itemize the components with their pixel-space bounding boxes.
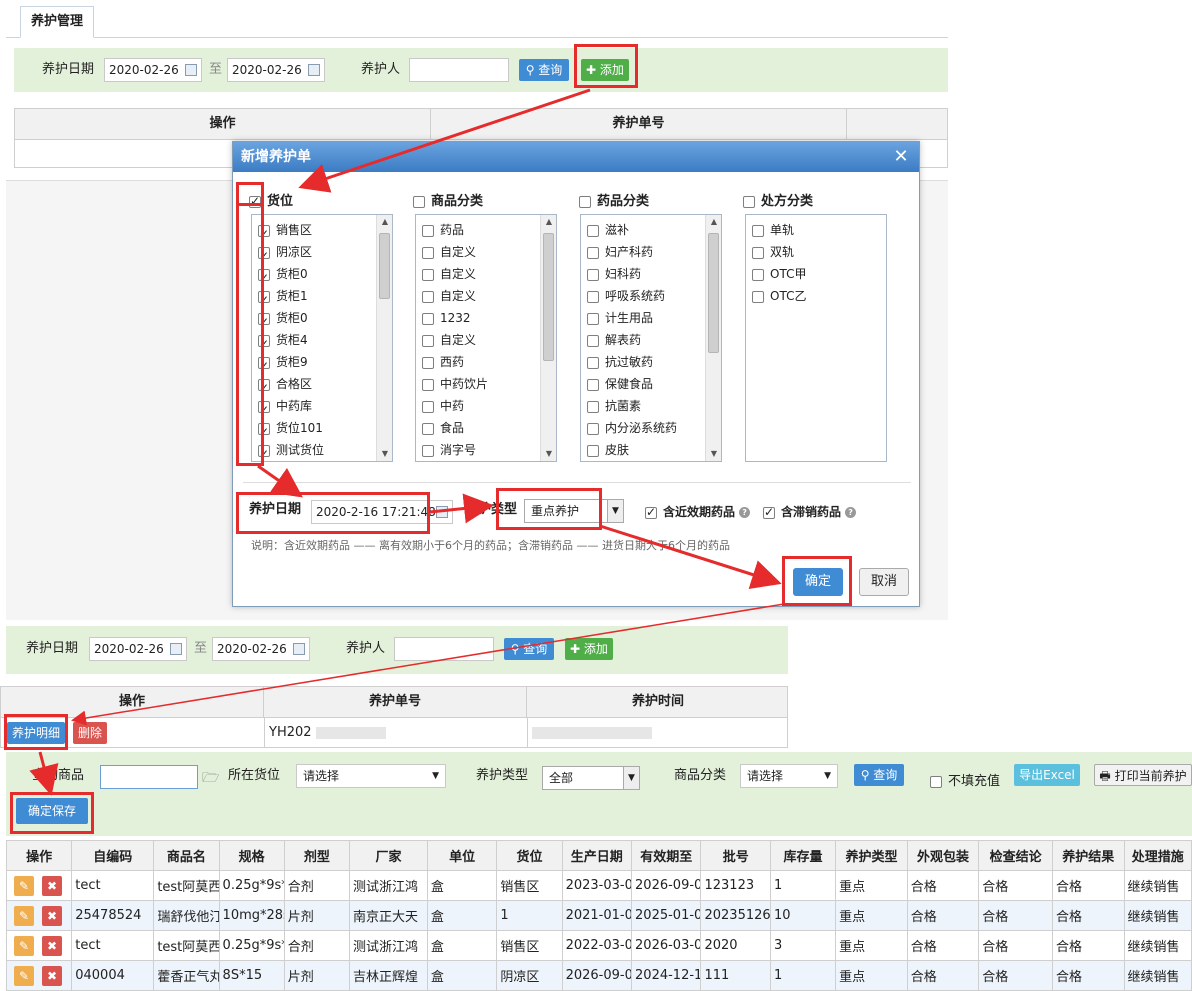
arrow-lines <box>29 88 785 796</box>
annotation-arrows <box>29 88 785 796</box>
